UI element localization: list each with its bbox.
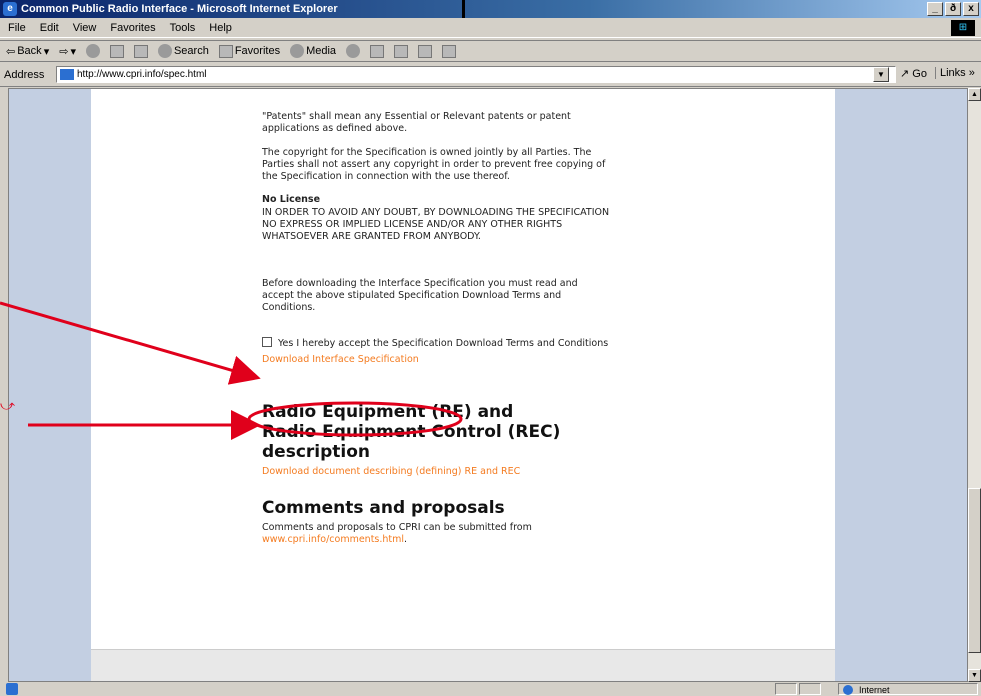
comments-link[interactable]: www.cpri.info/comments.html bbox=[262, 534, 404, 545]
back-label: Back bbox=[17, 45, 42, 57]
comments-text: Comments and proposals to CPRI can be su… bbox=[262, 522, 532, 533]
scroll-up-icon[interactable]: ▲ bbox=[968, 88, 981, 101]
re-heading-line3: description bbox=[262, 442, 371, 462]
discuss-icon[interactable] bbox=[442, 44, 457, 58]
media-label: Media bbox=[306, 45, 337, 57]
scrollbar-thumb[interactable] bbox=[968, 488, 981, 653]
before-download-paragraph: Before downloading the Interface Specifi… bbox=[262, 278, 578, 313]
no-license-heading: No License bbox=[262, 194, 321, 205]
re-heading-line1: Radio Equipment (RE) and bbox=[262, 402, 514, 422]
mail-icon[interactable] bbox=[370, 44, 385, 58]
browser-window: e Common Public Radio Interface - Micros… bbox=[0, 0, 981, 696]
menu-bar: File Edit View Favorites Tools Help ⊞ bbox=[0, 19, 981, 38]
scroll-down-icon[interactable]: ▼ bbox=[968, 669, 981, 682]
accept-row: Yes I hereby accept the Specification Do… bbox=[262, 337, 612, 350]
stop-icon[interactable] bbox=[85, 44, 100, 58]
history-icon[interactable] bbox=[346, 44, 361, 58]
comments-paragraph: Comments and proposals to CPRI can be su… bbox=[262, 522, 612, 546]
address-input[interactable]: http://www.cpri.info/spec.html bbox=[56, 66, 896, 83]
go-label: Go bbox=[912, 68, 927, 80]
search-label: Search bbox=[173, 45, 209, 57]
links-label: Links bbox=[940, 67, 966, 79]
media-button[interactable]: Media bbox=[290, 44, 336, 58]
menu-help[interactable]: Help bbox=[209, 22, 232, 34]
copyright-paragraph: The copyright for the Specification is o… bbox=[262, 147, 606, 182]
edit-icon[interactable] bbox=[418, 44, 433, 58]
vertical-scrollbar[interactable]: ▲ ▼ bbox=[968, 88, 981, 682]
toolbar: ⇦ Back ▾ ⇨ ▾ Search Favorites Media bbox=[0, 40, 981, 62]
address-dropdown-button[interactable]: ▼ bbox=[873, 67, 889, 82]
page-footer bbox=[91, 649, 835, 681]
ie-logo-icon: e bbox=[3, 2, 17, 16]
accept-label: Yes I hereby accept the Specification Do… bbox=[278, 338, 609, 349]
media-icon bbox=[290, 44, 305, 58]
accept-checkbox[interactable] bbox=[262, 337, 272, 347]
menu-tools[interactable]: Tools bbox=[170, 22, 196, 34]
search-button[interactable]: Search bbox=[157, 44, 209, 58]
status-bar: Internet bbox=[0, 683, 981, 696]
page-status-icon bbox=[6, 683, 18, 695]
zone-label: Internet bbox=[859, 685, 890, 695]
refresh-icon[interactable] bbox=[109, 44, 124, 58]
chevron-down-icon: ▾ bbox=[43, 45, 50, 58]
menu-edit[interactable]: Edit bbox=[40, 22, 59, 34]
links-button[interactable]: Links » bbox=[935, 67, 975, 79]
web-viewport: "Patents" shall mean any Essential or Re… bbox=[8, 88, 968, 682]
slide-divider bbox=[462, 0, 465, 18]
search-icon bbox=[157, 44, 172, 58]
re-heading-line2: Radio Equipment Control (REC) bbox=[262, 422, 561, 442]
globe-icon bbox=[843, 685, 853, 695]
chevron-down-icon: ▾ bbox=[70, 45, 76, 58]
favorites-label: Favorites bbox=[234, 45, 281, 57]
back-arrow-icon: ⇦ bbox=[6, 45, 16, 58]
go-button[interactable]: ↗ Go bbox=[900, 67, 927, 80]
status-pane bbox=[775, 683, 797, 695]
comments-end: . bbox=[404, 534, 408, 545]
menu-view[interactable]: View bbox=[73, 22, 97, 34]
minimize-button[interactable]: _ bbox=[927, 2, 943, 16]
maximize-button[interactable]: ð bbox=[945, 2, 961, 16]
address-bar: Address http://www.cpri.info/spec.html ▼… bbox=[0, 63, 981, 87]
windows-flag-icon: ⊞ bbox=[951, 20, 975, 36]
favorites-icon bbox=[218, 44, 233, 58]
patents-paragraph: "Patents" shall mean any Essential or Re… bbox=[262, 111, 571, 134]
chevron-right-icon: » bbox=[968, 67, 975, 79]
no-license-paragraph: IN ORDER TO AVOID ANY DOUBT, BY DOWNLOAD… bbox=[262, 207, 610, 242]
status-pane bbox=[799, 683, 821, 695]
forward-button[interactable]: ⇨ ▾ bbox=[59, 45, 76, 58]
page-icon bbox=[60, 69, 74, 80]
title-bar: e Common Public Radio Interface - Micros… bbox=[0, 0, 981, 18]
window-title: Common Public Radio Interface - Microsof… bbox=[21, 3, 338, 15]
go-arrow-icon: ↗ bbox=[900, 68, 910, 80]
favorites-button[interactable]: Favorites bbox=[218, 44, 281, 58]
security-zone: Internet bbox=[838, 683, 978, 695]
home-icon[interactable] bbox=[133, 44, 148, 58]
content-column: "Patents" shall mean any Essential or Re… bbox=[262, 111, 612, 546]
re-download-link[interactable]: Download document describing (defining) … bbox=[262, 466, 520, 477]
menu-favorites[interactable]: Favorites bbox=[110, 22, 155, 34]
forward-arrow-icon: ⇨ bbox=[59, 45, 69, 58]
comments-heading: Comments and proposals bbox=[262, 498, 505, 518]
address-label: Address bbox=[4, 68, 45, 81]
back-button[interactable]: ⇦ Back ▾ bbox=[6, 45, 49, 58]
print-icon[interactable] bbox=[394, 44, 409, 58]
menu-file[interactable]: File bbox=[8, 22, 26, 34]
close-button[interactable]: x bbox=[963, 2, 979, 16]
download-spec-link[interactable]: Download Interface Specification bbox=[262, 354, 419, 365]
